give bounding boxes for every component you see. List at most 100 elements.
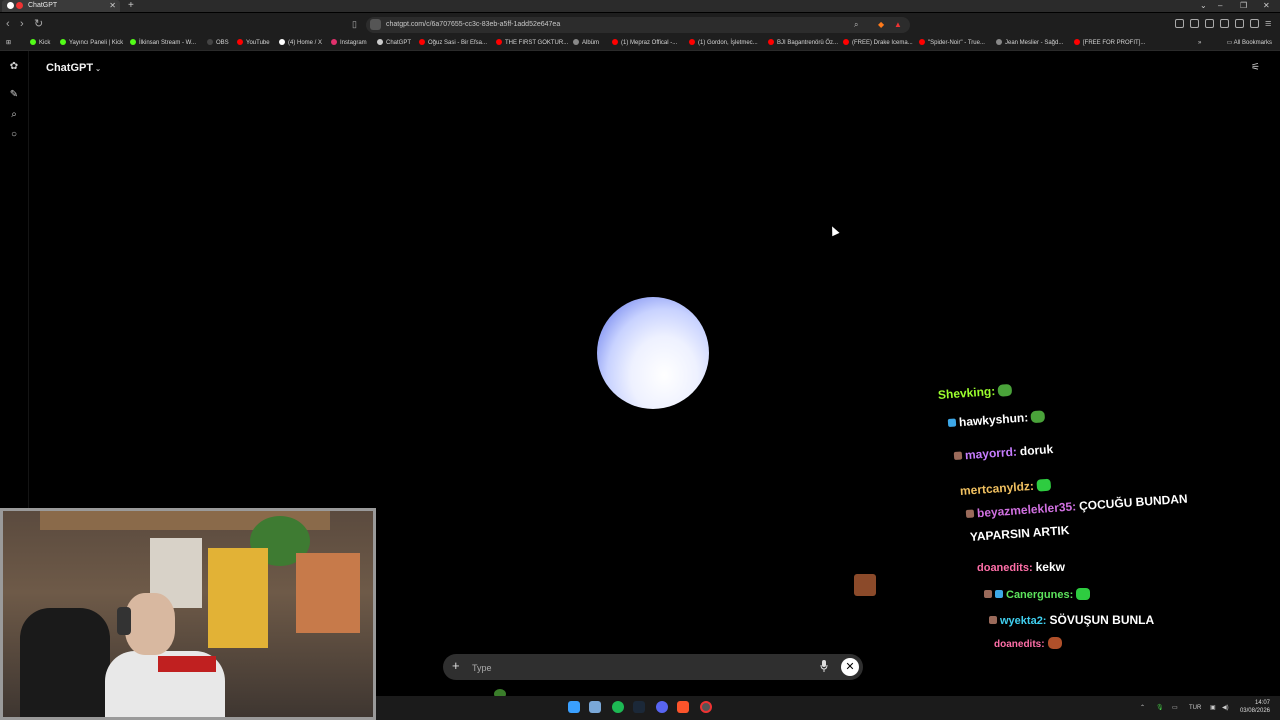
sliders-icon[interactable]: ⚟ [1251,62,1260,73]
bookmark-favicon-icon [331,39,337,46]
chat-username: doanedits: [994,639,1045,650]
bookmark-label: [FREE FOR PROFIT]... [1083,40,1146,46]
reload-icon[interactable]: ↻ [34,18,43,30]
webcam-frame [0,508,376,720]
tab-chatgpt[interactable]: ChatGPT ✕ [2,0,120,12]
brave-rewards-icon[interactable]: ▲ [894,20,902,29]
bookmark-favicon-icon [612,39,618,46]
window-close-icon[interactable]: ✕ [1263,0,1270,11]
windows-start-icon[interactable] [568,701,580,713]
green-emote-icon [1036,478,1052,492]
bookmarks-overflow-icon[interactable]: » [1198,37,1201,49]
discord-icon[interactable] [656,701,668,713]
address-bar[interactable]: chatgpt.com/c/6a707655-cc3c-83eb-a5ff-1a… [366,17,910,33]
bookmark-item[interactable]: Yayıncı Paneli | Kick [60,37,123,49]
spotify-icon[interactable] [612,701,624,713]
add-attachment-button[interactable]: + [452,659,460,673]
bookmark-item[interactable]: BJI Bagantrenörü Öz... [768,37,838,49]
bookmark-label: Albüm [582,40,600,46]
pepe-emote-icon [997,383,1013,397]
bookmark-item[interactable]: Instagram [331,37,367,49]
bookmark-favicon-icon [843,39,849,46]
all-bookmarks-button[interactable]: ▭ All Bookmarks [1227,37,1272,49]
minimize-icon[interactable]: – [1218,0,1222,11]
bookmark-item[interactable]: ChatGPT [377,37,411,49]
obs-icon[interactable] [700,701,712,713]
openai-logo-icon[interactable]: ✿ [9,62,19,72]
brand-title: ChatGPT [46,62,94,74]
bookmark-item[interactable]: THE FIRST GOKTUR... [496,37,568,49]
media-icon[interactable] [1190,19,1199,28]
mic-tray-icon[interactable]: 🎙 [1156,696,1164,720]
search-icon[interactable]: ⌕ [9,110,19,120]
bookmark-page-icon[interactable]: ▯ [352,18,357,30]
microphone-icon[interactable] [820,660,828,672]
bookmark-item[interactable]: (4) Home / X [279,37,322,49]
end-voice-button[interactable]: ✕ [841,658,859,676]
maximize-icon[interactable]: ❐ [1240,0,1247,11]
chat-message: doanedits: [994,634,1062,652]
system-clock[interactable]: 14:07 03/08/2026 [1240,699,1270,715]
steam-icon[interactable] [633,701,645,713]
browser-tab-strip: ChatGPT ✕ + ⌄ – ❐ ✕ [0,0,1280,12]
chat-bubble-icon[interactable]: ○ [9,130,19,140]
bookmark-item[interactable]: "Spider-Noir" - True... [919,37,985,49]
bookmark-item[interactable]: Kick [30,37,50,49]
forward-arrow-icon[interactable]: › [20,18,24,30]
chat-text: YAPARSIN ARTIK [969,523,1070,544]
tab-search-chevron-icon[interactable]: ⌄ [1200,0,1207,11]
bookmark-item[interactable]: (1) Mepraz Offical -... [612,37,677,49]
bookmark-item[interactable]: [FREE FOR PROFIT]... [1074,37,1145,49]
brave-shield-icon[interactable]: ◆ [878,20,884,29]
site-info-icon[interactable] [370,19,381,30]
bookmark-item[interactable]: YouTube [237,37,270,49]
bookmark-item[interactable]: OBS [207,37,229,49]
bookmark-favicon-icon [419,39,425,46]
apps-grid-icon[interactable]: ⊞ [6,37,11,49]
chat-message: wyekta2: SÖVUŞUN BUNLA [989,611,1154,629]
network-icon[interactable]: ▣ [1210,696,1216,720]
tab-close-icon[interactable]: ✕ [109,0,116,12]
bookmark-favicon-icon [768,39,774,46]
wallet-icon[interactable] [1220,19,1229,28]
bookmark-item[interactable]: (1) Gordon, İşletmec... [689,37,758,49]
tray-chevron-icon[interactable]: ⌃ [1140,696,1145,720]
menu-icon[interactable]: ≡ [1265,18,1271,30]
vpn-icon[interactable] [1250,19,1259,28]
bookmark-favicon-icon [237,39,243,46]
bookmark-item[interactable]: Albüm [573,37,599,49]
taskbar: ⌃ 🎙 ▭ TUR ▣ ◀) 14:07 03/08/2026 [376,696,1280,720]
language-indicator[interactable]: TUR [1189,696,1201,720]
brave-browser-icon[interactable] [677,701,689,713]
folder-icon [573,39,579,46]
bookmark-favicon-icon [130,39,136,46]
clock-date: 03/08/2026 [1239,708,1270,714]
bookmark-item[interactable]: (FREE) Drake Icema... [843,37,913,49]
url-text[interactable]: chatgpt.com/c/6a707655-cc3c-83eb-a5ff-1a… [386,17,560,33]
bookmark-item[interactable]: Oğuz Sasi - Bir Efsa... [419,37,487,49]
bookmark-favicon-icon [60,39,66,46]
chat-username: doanedits: [977,562,1033,574]
sidebar-toggle-icon[interactable] [1205,19,1214,28]
bookmark-label: Kick [39,40,51,46]
folder-icon: ▭ [1226,40,1234,46]
model-selector[interactable]: ChatGPT ⌄ [46,62,101,74]
extension-icon[interactable] [1175,19,1184,28]
file-explorer-icon[interactable] [589,701,601,713]
new-tab-button[interactable]: + [128,0,134,11]
message-input[interactable] [470,659,804,677]
tab-favicon-icon [7,2,14,9]
subscriber-badge-icon [947,418,957,427]
volume-icon[interactable]: ◀) [1222,696,1229,720]
webcam-overlay [0,508,376,720]
back-arrow-icon[interactable]: ‹ [6,18,10,30]
chat-username: Shevking: [937,384,996,402]
bookmark-item[interactable]: İlkinsan Stream - W... [130,37,196,49]
leo-icon[interactable] [1235,19,1244,28]
bookmark-item[interactable]: Jean Meslier - Sağd... [996,37,1063,49]
chat-message: doanedits: kekw [977,558,1065,576]
bookmark-label: (1) Mepraz Offical -... [621,40,678,46]
new-chat-icon[interactable]: ✎ [9,90,19,100]
tray-app-icon[interactable]: ▭ [1172,696,1178,720]
zoom-icon[interactable]: ⌕ [854,20,858,30]
